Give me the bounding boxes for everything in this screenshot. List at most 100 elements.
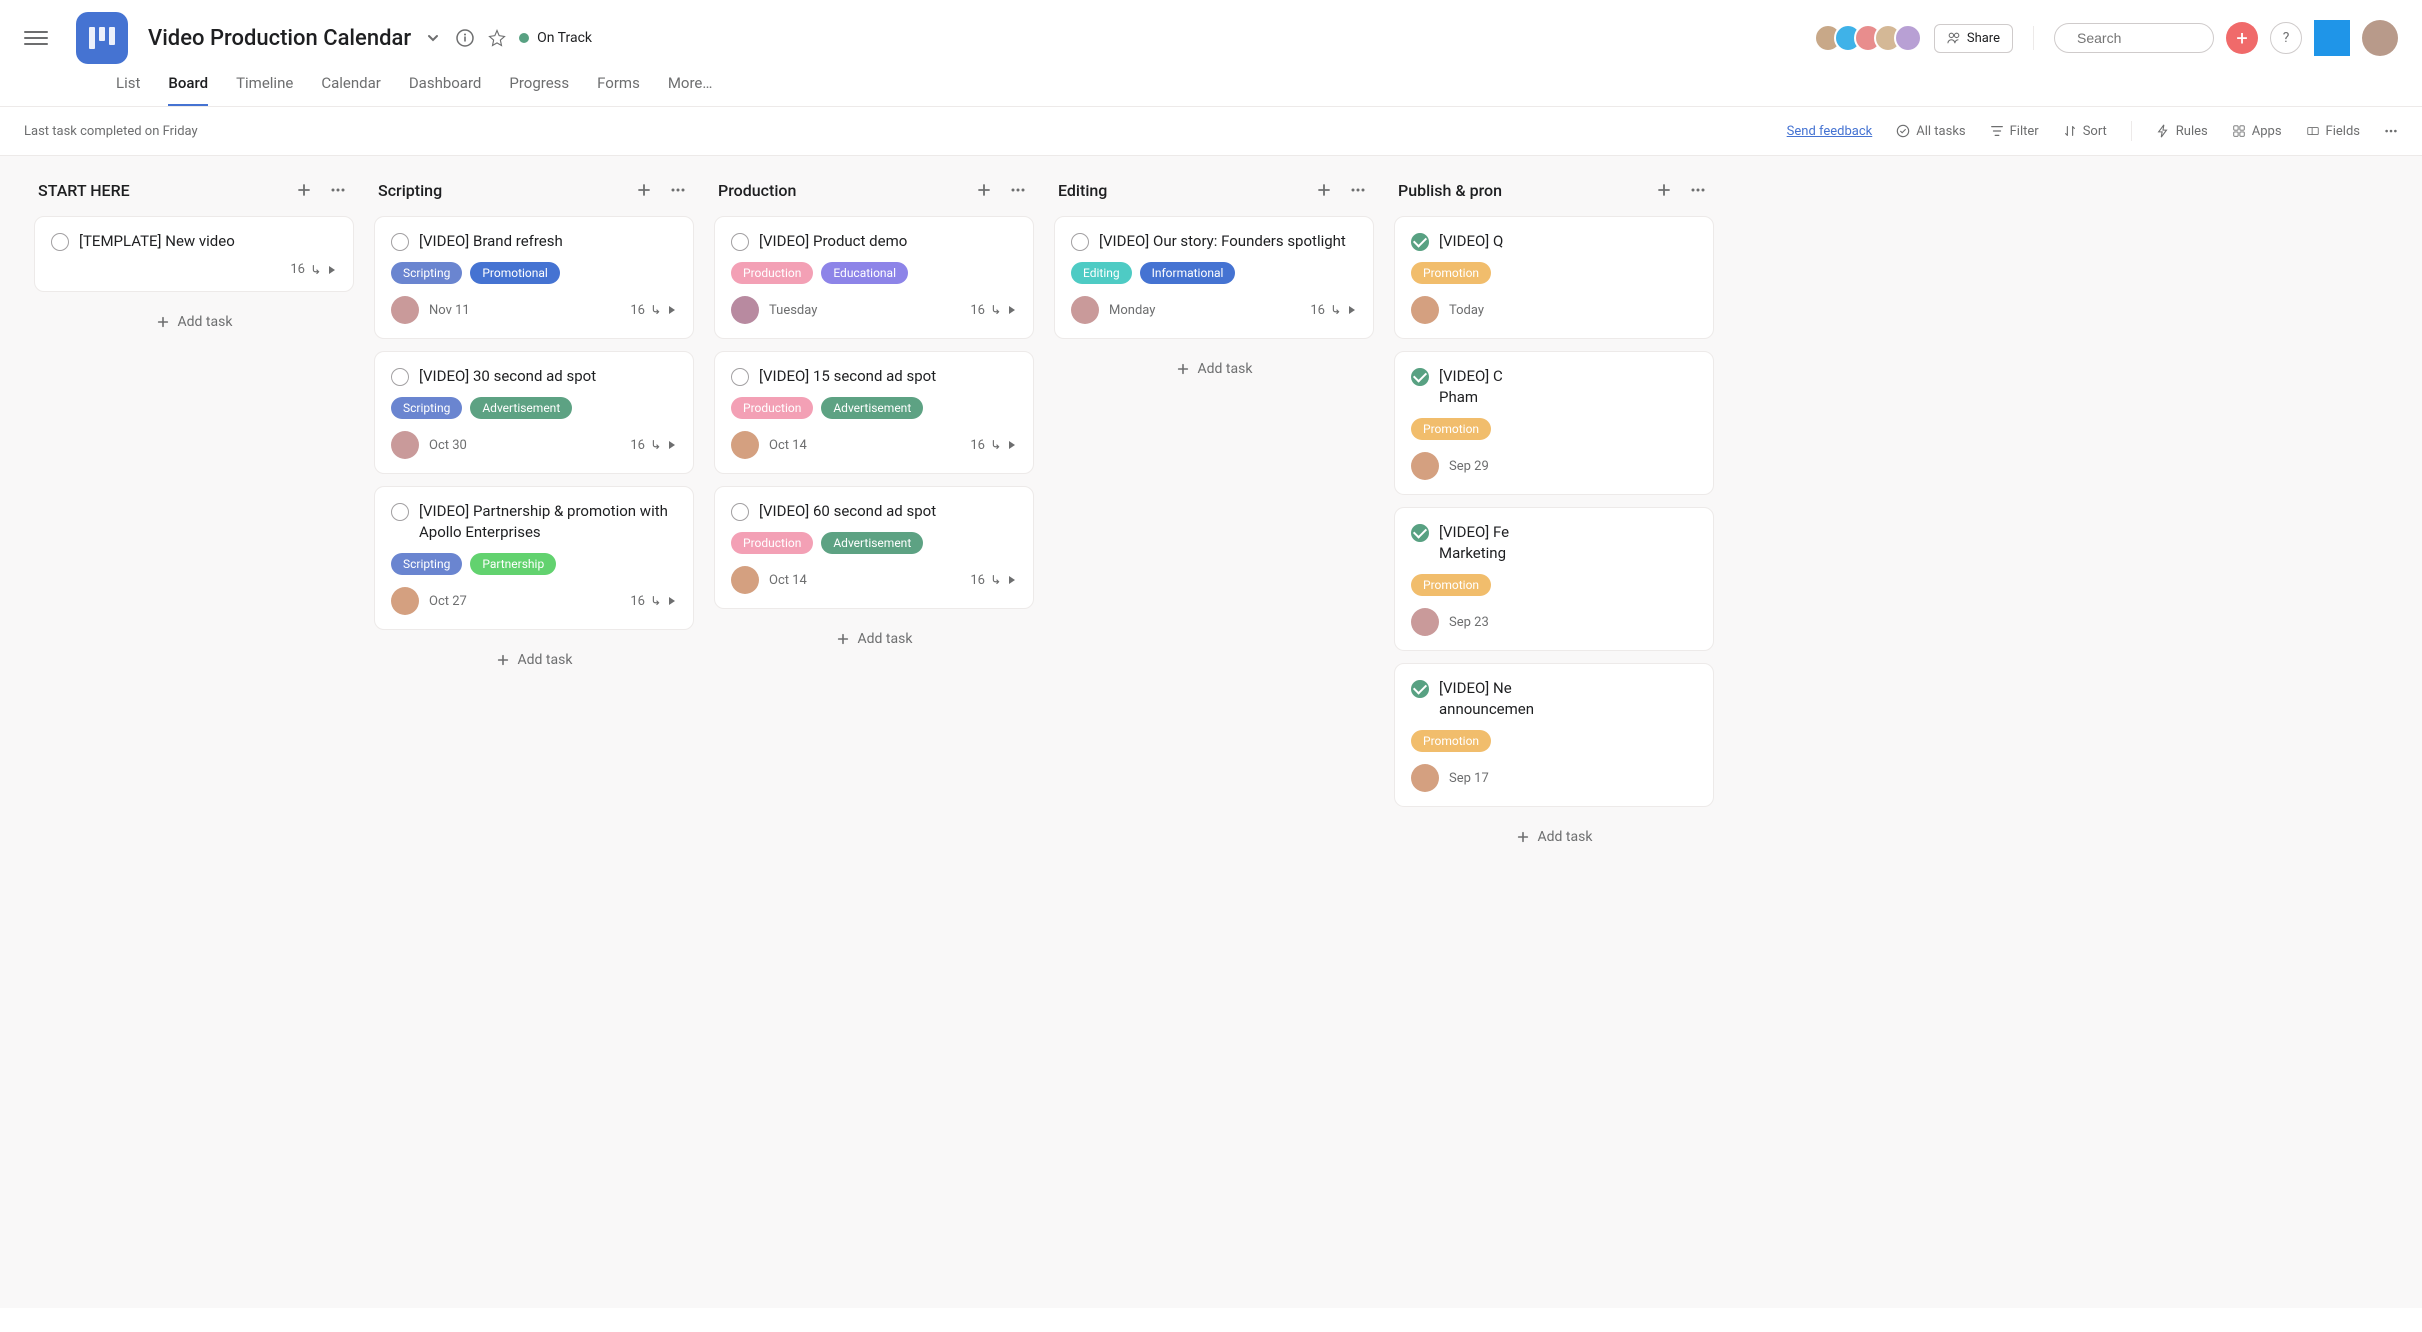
page-title[interactable]: Video Production Calendar xyxy=(148,26,411,51)
task-card[interactable]: [VIDEO] Partnership & promotion with Apo… xyxy=(374,486,694,630)
share-button[interactable]: Share xyxy=(1934,24,2013,53)
tab-list[interactable]: List xyxy=(116,74,140,106)
status-pill[interactable]: On Track xyxy=(519,30,592,46)
complete-checkbox[interactable] xyxy=(391,233,409,251)
tab-progress[interactable]: Progress xyxy=(509,74,569,106)
add-task-button[interactable]: Add task xyxy=(34,304,354,340)
tag[interactable]: Editing xyxy=(1071,262,1132,284)
tab-dashboard[interactable]: Dashboard xyxy=(409,74,482,106)
more-options-button[interactable] xyxy=(2384,124,2398,138)
tag[interactable]: Production xyxy=(731,262,813,284)
sort-button[interactable]: Sort xyxy=(2063,124,2107,139)
column-more-button[interactable] xyxy=(666,178,690,202)
complete-checkbox[interactable] xyxy=(731,233,749,251)
avatar-stack[interactable] xyxy=(1814,24,1922,52)
complete-checkbox[interactable] xyxy=(391,368,409,386)
tag[interactable]: Scripting xyxy=(391,262,462,284)
fields-button[interactable]: Fields xyxy=(2306,124,2360,139)
add-card-button[interactable] xyxy=(292,178,316,202)
add-task-button[interactable]: Add task xyxy=(1394,819,1714,855)
tab-board[interactable]: Board xyxy=(168,74,208,106)
add-task-button[interactable]: Add task xyxy=(1054,351,1374,387)
tag[interactable]: Advertisement xyxy=(821,397,923,419)
assignee-avatar[interactable] xyxy=(731,296,759,324)
assignee-avatar[interactable] xyxy=(391,296,419,324)
column-more-button[interactable] xyxy=(1006,178,1030,202)
tab-calendar[interactable]: Calendar xyxy=(321,74,381,106)
complete-checkbox[interactable] xyxy=(731,503,749,521)
tag[interactable]: Production xyxy=(731,532,813,554)
add-card-button[interactable] xyxy=(632,178,656,202)
tag[interactable]: Advertisement xyxy=(821,532,923,554)
tag[interactable]: Educational xyxy=(821,262,908,284)
tab-forms[interactable]: Forms xyxy=(597,74,640,106)
tag[interactable]: Production xyxy=(731,397,813,419)
star-icon[interactable] xyxy=(487,28,507,48)
assignee-avatar[interactable] xyxy=(1411,296,1439,324)
create-button[interactable]: + xyxy=(2226,22,2258,54)
task-card[interactable]: [VIDEO] Q Promotion Today xyxy=(1394,216,1714,339)
complete-checkbox[interactable] xyxy=(731,368,749,386)
task-card[interactable]: [VIDEO] 30 second ad spot ScriptingAdver… xyxy=(374,351,694,474)
tag[interactable]: Scripting xyxy=(391,553,462,575)
complete-checkbox[interactable] xyxy=(1071,233,1089,251)
assignee-avatar[interactable] xyxy=(731,431,759,459)
help-button[interactable]: ? xyxy=(2270,22,2302,54)
add-task-button[interactable]: Add task xyxy=(714,621,1034,657)
assignee-avatar[interactable] xyxy=(1071,296,1099,324)
column-title[interactable]: Production xyxy=(718,181,796,200)
tag[interactable]: Informational xyxy=(1140,262,1236,284)
column-title[interactable]: Publish & pron xyxy=(1398,181,1502,200)
tag[interactable]: Promotional xyxy=(470,262,560,284)
assignee-avatar[interactable] xyxy=(1411,452,1439,480)
send-feedback-link[interactable]: Send feedback xyxy=(1787,124,1873,139)
assignee-avatar[interactable] xyxy=(1411,608,1439,636)
tag[interactable]: Scripting xyxy=(391,397,462,419)
tag[interactable]: Promotion xyxy=(1411,262,1491,284)
column-title[interactable]: Scripting xyxy=(378,181,442,200)
column-title[interactable]: Editing xyxy=(1058,181,1107,200)
assignee-avatar[interactable] xyxy=(731,566,759,594)
task-card[interactable]: [VIDEO] FeMarketing Promotion Sep 23 xyxy=(1394,507,1714,651)
complete-checkbox[interactable] xyxy=(1411,680,1429,698)
tag[interactable]: Promotion xyxy=(1411,730,1491,752)
tag[interactable]: Promotion xyxy=(1411,418,1491,440)
complete-checkbox[interactable] xyxy=(391,503,409,521)
complete-checkbox[interactable] xyxy=(51,233,69,251)
all-tasks-button[interactable]: All tasks xyxy=(1896,124,1965,139)
filter-button[interactable]: Filter xyxy=(1990,124,2039,139)
menu-toggle[interactable] xyxy=(24,26,48,50)
tag[interactable]: Partnership xyxy=(470,553,556,575)
assignee-avatar[interactable] xyxy=(391,587,419,615)
task-card[interactable]: [VIDEO] Product demo ProductionEducation… xyxy=(714,216,1034,339)
assignee-avatar[interactable] xyxy=(391,431,419,459)
tag[interactable]: Promotion xyxy=(1411,574,1491,596)
add-card-button[interactable] xyxy=(1312,178,1336,202)
add-task-button[interactable]: Add task xyxy=(374,642,694,678)
tab-timeline[interactable]: Timeline xyxy=(236,74,293,106)
task-card[interactable]: [VIDEO] CPham Promotion Sep 29 xyxy=(1394,351,1714,495)
complete-checkbox[interactable] xyxy=(1411,233,1429,251)
complete-checkbox[interactable] xyxy=(1411,368,1429,386)
column-title[interactable]: START HERE xyxy=(38,181,130,200)
task-card[interactable]: [TEMPLATE] New video 16 xyxy=(34,216,354,292)
project-icon[interactable] xyxy=(76,12,128,64)
info-icon[interactable] xyxy=(455,28,475,48)
add-card-button[interactable] xyxy=(972,178,996,202)
user-avatar[interactable] xyxy=(2362,20,2398,56)
app-square[interactable] xyxy=(2314,20,2350,56)
rules-button[interactable]: Rules xyxy=(2156,124,2208,139)
column-more-button[interactable] xyxy=(1686,178,1710,202)
search-box[interactable] xyxy=(2054,23,2214,53)
task-card[interactable]: [VIDEO] Brand refresh ScriptingPromotion… xyxy=(374,216,694,339)
column-more-button[interactable] xyxy=(1346,178,1370,202)
column-more-button[interactable] xyxy=(326,178,350,202)
assignee-avatar[interactable] xyxy=(1411,764,1439,792)
add-card-button[interactable] xyxy=(1652,178,1676,202)
task-card[interactable]: [VIDEO] 15 second ad spot ProductionAdve… xyxy=(714,351,1034,474)
complete-checkbox[interactable] xyxy=(1411,524,1429,542)
task-card[interactable]: [VIDEO] Our story: Founders spotlight Ed… xyxy=(1054,216,1374,339)
task-card[interactable]: [VIDEO] 60 second ad spot ProductionAdve… xyxy=(714,486,1034,609)
tab-more[interactable]: More… xyxy=(668,74,713,106)
task-card[interactable]: [VIDEO] Neannouncemen Promotion Sep 17 xyxy=(1394,663,1714,807)
